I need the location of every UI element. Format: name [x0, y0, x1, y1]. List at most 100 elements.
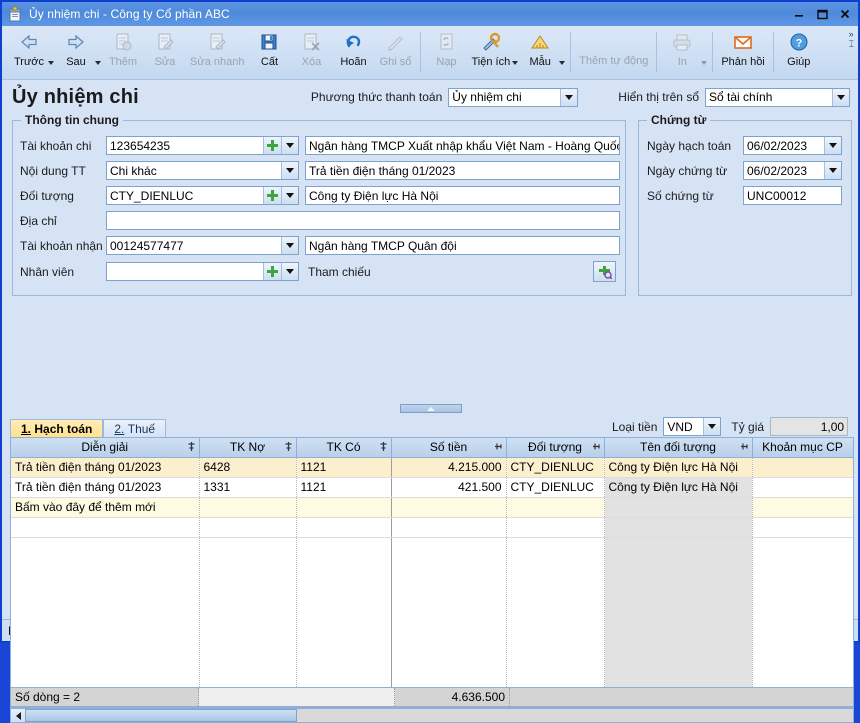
chevron-down-icon[interactable]: [281, 137, 298, 154]
cell-tk-co[interactable]: 1121: [296, 477, 392, 498]
tab-thue[interactable]: 2. Thuế: [103, 419, 167, 438]
content-description-input[interactable]: Trả tiền điện tháng 01/2023: [305, 161, 620, 180]
chevron-down-icon[interactable]: [281, 237, 298, 254]
cell-tk-no[interactable]: 1331: [199, 477, 297, 498]
toolbar-button-sau[interactable]: Sau: [55, 27, 97, 79]
pin-icon[interactable]: [187, 441, 196, 452]
content-combo[interactable]: Chi khác: [106, 161, 299, 180]
column-header-tk-no[interactable]: TK Nợ: [199, 438, 297, 458]
address-input[interactable]: [106, 211, 620, 230]
column-header-doi-tuong[interactable]: Đối tượng: [506, 438, 605, 458]
field-row-object: Đối tượng CTY_DIENLUC Công ty Điện lực H…: [20, 186, 620, 205]
cell-empty: [604, 497, 753, 518]
object-name-input[interactable]: Công ty Điện lực Hà Nội: [305, 186, 620, 205]
payment-method-value: Ủy nhiệm chi: [452, 90, 522, 104]
chevron-down-icon[interactable]: [824, 162, 841, 179]
grid-horizontal-scrollbar[interactable]: [10, 708, 854, 723]
toolbar-button-sua-nhanh[interactable]: Sửa nhanh: [186, 27, 248, 79]
panel-collapse-splitter[interactable]: [400, 404, 462, 413]
payment-method-select[interactable]: Ủy nhiệm chi: [448, 87, 579, 107]
arrow-right-icon: [65, 30, 87, 54]
voucher-date-picker[interactable]: 06/02/2023: [743, 161, 842, 180]
toolbar-button-phan-hoi[interactable]: Phản hồi: [717, 27, 768, 79]
chevron-down-icon[interactable]: [703, 418, 721, 435]
voucher-date-value: 06/02/2023: [747, 163, 808, 178]
minimize-icon[interactable]: [788, 4, 810, 24]
column-header-dien-giai[interactable]: Diễn giải: [11, 438, 200, 458]
close-icon[interactable]: [834, 4, 856, 24]
chevron-down-icon[interactable]: [281, 162, 298, 179]
add-plus-icon[interactable]: [263, 263, 281, 280]
toolbar-button-nap[interactable]: Nạp: [425, 27, 467, 79]
pin-icon[interactable]: [592, 441, 601, 452]
toolbar-button-sua[interactable]: Sửa: [144, 27, 186, 79]
toolbar-label: Giúp: [787, 56, 811, 68]
toolbar-button-ghi-so[interactable]: Ghi sổ: [374, 27, 416, 79]
toolbar-button-them[interactable]: Thêm: [102, 27, 144, 79]
pin-icon[interactable]: [740, 441, 749, 452]
cell-dien-giai[interactable]: Trả tiền điện tháng 01/2023: [11, 477, 200, 498]
table-row[interactable]: Trả tiền điện tháng 01/2023 1331 1121 42…: [11, 477, 853, 498]
add-plus-icon[interactable]: [263, 187, 281, 204]
cell-so-tien[interactable]: 421.500: [391, 477, 507, 498]
scrollbar-track[interactable]: [297, 709, 853, 722]
receive-account-combo[interactable]: 00124577477: [106, 236, 299, 255]
chevron-down-icon[interactable]: [832, 88, 849, 106]
field-row-address: Địa chỉ: [20, 211, 620, 230]
column-header-so-tien[interactable]: Số tiền: [391, 438, 507, 458]
cell-empty[interactable]: [506, 497, 605, 518]
toolbar-button-cat[interactable]: Cất: [248, 27, 290, 79]
cell-tk-co[interactable]: 1121: [296, 457, 392, 478]
pin-icon[interactable]: [284, 441, 293, 452]
cell-empty[interactable]: [296, 497, 392, 518]
toolbar-button-in[interactable]: In: [661, 27, 703, 79]
scrollbar-thumb[interactable]: [25, 709, 297, 722]
chevron-down-icon[interactable]: [824, 137, 841, 154]
toolbar-button-them-tu-dong[interactable]: Thêm tự động: [575, 27, 652, 79]
pin-icon[interactable]: [379, 441, 388, 452]
toolbar-overflow-chevron[interactable]: » ⌶: [849, 27, 856, 79]
object-combo[interactable]: CTY_DIENLUC: [106, 186, 299, 205]
reference-lookup-button[interactable]: [593, 261, 616, 282]
pin-icon[interactable]: [494, 441, 503, 452]
maximize-icon[interactable]: [811, 4, 833, 24]
post-date-picker[interactable]: 06/02/2023: [743, 136, 842, 155]
cell-doi-tuong[interactable]: CTY_DIENLUC: [506, 457, 605, 478]
add-plus-icon[interactable]: [263, 137, 281, 154]
toolbar-button-truoc[interactable]: Trước: [8, 27, 50, 79]
scroll-left-icon[interactable]: [11, 709, 25, 722]
cell-empty[interactable]: [199, 497, 297, 518]
chevron-down-icon[interactable]: [281, 263, 298, 280]
column-header-ten-doi-tuong[interactable]: Tên đối tượng: [604, 438, 753, 458]
cell-doi-tuong[interactable]: CTY_DIENLUC: [506, 477, 605, 498]
toolbar-button-hoan[interactable]: Hoãn: [332, 27, 374, 79]
chevron-down-icon[interactable]: [281, 187, 298, 204]
cell-tk-no[interactable]: 6428: [199, 457, 297, 478]
spend-account-combo[interactable]: 123654235: [106, 136, 299, 155]
voucher-no-input[interactable]: UNC00012: [743, 186, 842, 205]
tab-hach-toan[interactable]: 1. Hạch toán: [10, 419, 104, 438]
window-controls: [788, 4, 856, 24]
chevron-down-icon[interactable]: [560, 88, 578, 106]
column-header-khoan-muc-cp[interactable]: Khoản mục CP: [752, 438, 853, 458]
column-header-tk-co[interactable]: TK Có: [296, 438, 392, 458]
main-toolbar: Trước Sau Thêm Sửa Sửa nhanh Cất Xóa Hoã…: [2, 26, 858, 80]
cell-dien-giai[interactable]: Trả tiền điện tháng 01/2023: [11, 457, 200, 478]
employee-combo[interactable]: [106, 262, 299, 281]
toolbar-button-tien-ich[interactable]: Tiện ích: [467, 27, 514, 79]
toolbar-button-mau[interactable]: Mẫu: [519, 27, 561, 79]
cell-so-tien[interactable]: 4.215.000: [391, 457, 507, 478]
cell-empty[interactable]: [391, 497, 507, 518]
toolbar-button-giup[interactable]: ? Giúp: [778, 27, 820, 79]
cell-empty[interactable]: [752, 497, 853, 518]
display-book-select[interactable]: Sổ tài chính: [705, 87, 850, 107]
cell-khoan-muc-cp[interactable]: [752, 457, 853, 478]
cell-khoan-muc-cp[interactable]: [752, 477, 853, 498]
accounting-entries-grid[interactable]: Diễn giải TK Nợ TK Có Số tiền Đối tượng …: [10, 437, 854, 708]
currency-type-select[interactable]: VND: [663, 417, 722, 436]
new-row-hint[interactable]: Bấm vào đây để thêm mới: [11, 497, 200, 518]
grid-table: Diễn giải TK Nợ TK Có Số tiền Đối tượng …: [11, 438, 853, 707]
table-row[interactable]: Trả tiền điện tháng 01/2023 6428 1121 4.…: [11, 457, 853, 478]
toolbar-button-xoa[interactable]: Xóa: [290, 27, 332, 79]
new-row-placeholder[interactable]: Bấm vào đây để thêm mới: [11, 497, 853, 518]
